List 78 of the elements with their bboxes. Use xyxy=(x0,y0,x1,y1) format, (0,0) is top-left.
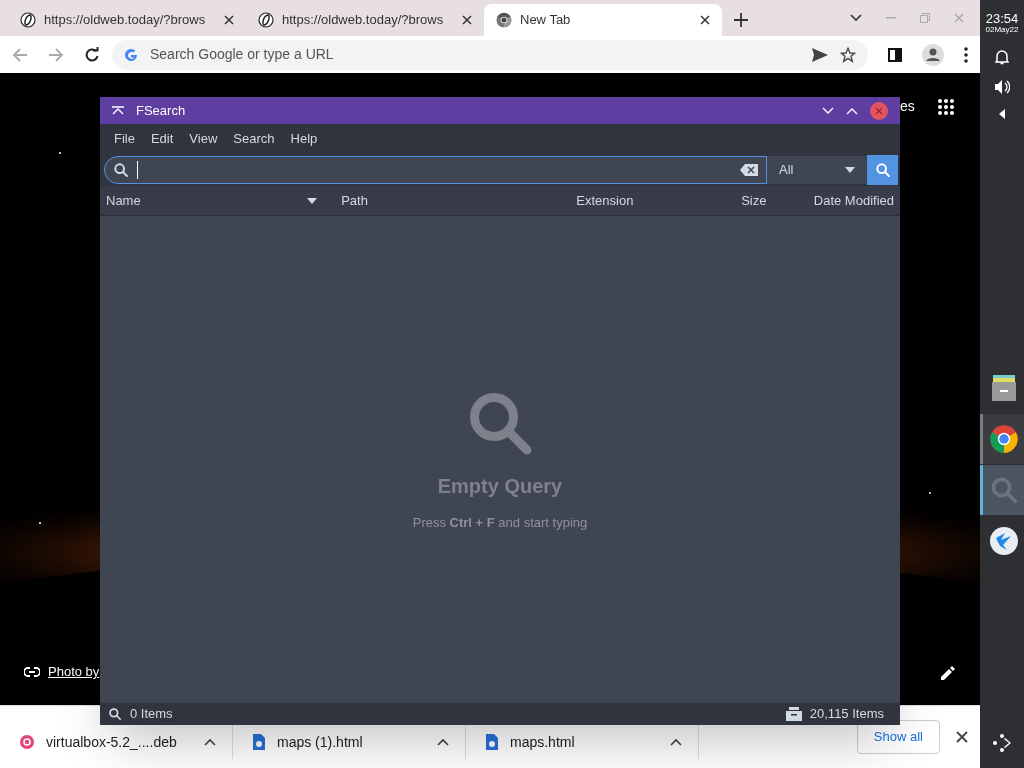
empty-title: Empty Query xyxy=(437,473,563,499)
download-name: maps.html xyxy=(510,732,576,752)
speaker-icon[interactable] xyxy=(994,79,1010,95)
empty-hint: Press Ctrl + F and start typing xyxy=(412,513,588,532)
download-item[interactable]: maps.html xyxy=(466,729,698,755)
chevron-up-icon[interactable] xyxy=(204,738,216,746)
close-icon[interactable] xyxy=(462,15,472,25)
column-header[interactable]: Size xyxy=(735,190,783,211)
menu-item[interactable]: File xyxy=(108,128,141,149)
oldweb-icon xyxy=(258,12,274,28)
oldweb-icon xyxy=(20,12,36,28)
search-field[interactable] xyxy=(104,155,767,184)
more-icon[interactable] xyxy=(964,46,968,63)
column-header[interactable]: Path xyxy=(335,190,571,211)
minimize-icon[interactable] xyxy=(822,106,834,115)
pencil-icon[interactable] xyxy=(941,666,955,680)
search-icon xyxy=(874,161,891,178)
shelf-app[interactable] xyxy=(980,414,1024,464)
chrome-icon xyxy=(988,424,1019,454)
download-item[interactable]: virtualbox-5.2_....deb xyxy=(0,729,232,755)
chevron-down-icon[interactable] xyxy=(850,14,862,22)
launcher-icon[interactable] xyxy=(991,732,1013,754)
browser-tab[interactable]: https://oldweb.today/?brows xyxy=(8,4,246,36)
address-bar[interactable]: Search Google or type a URL xyxy=(112,39,868,70)
tab-title: New Tab xyxy=(520,11,572,30)
new-tab-icon[interactable] xyxy=(734,13,748,27)
menu-item[interactable]: Help xyxy=(284,128,324,149)
chevron-up-icon[interactable] xyxy=(670,738,682,746)
maximize-icon[interactable] xyxy=(846,106,858,115)
download-item[interactable]: maps (1).html xyxy=(233,729,465,755)
clear-icon[interactable] xyxy=(740,163,758,176)
text-cursor xyxy=(137,160,138,179)
apps-label[interactable]: es xyxy=(900,96,915,117)
bell-icon[interactable] xyxy=(995,49,1009,65)
column-header[interactable]: Name xyxy=(100,190,336,211)
close-icon[interactable] xyxy=(224,15,234,25)
chevron-up-line-icon[interactable] xyxy=(112,105,124,116)
link-icon xyxy=(24,666,40,677)
clock-date[interactable]: 02May22 xyxy=(985,25,1019,35)
chrome-icon xyxy=(496,12,512,28)
status-left: 0 Items xyxy=(130,705,174,724)
profile-icon[interactable] xyxy=(922,43,944,66)
google-icon xyxy=(124,47,138,62)
bird-app-icon xyxy=(988,526,1019,556)
sort-caret-icon xyxy=(307,197,318,204)
side-panel-icon[interactable] xyxy=(888,47,902,62)
star-icon[interactable] xyxy=(840,46,856,63)
menu-item[interactable]: Search xyxy=(227,128,281,149)
web-file-icon xyxy=(486,734,498,750)
close-icon[interactable] xyxy=(700,15,710,25)
window-title: FSearch xyxy=(136,101,187,120)
download-name: virtualbox-5.2_....deb xyxy=(46,732,178,752)
search-icon xyxy=(113,161,129,178)
photo-credit-link[interactable]: Photo by xyxy=(48,662,100,682)
search-button[interactable] xyxy=(867,154,898,185)
search-app-icon xyxy=(988,475,1019,505)
menu-item[interactable]: Edit xyxy=(144,128,180,149)
tab-title: https://oldweb.today/?brows xyxy=(282,11,445,30)
dropdown-caret-icon xyxy=(845,166,855,173)
search-icon xyxy=(108,707,122,721)
collapse-arrow-icon[interactable] xyxy=(999,109,1005,119)
apps-grid-icon[interactable] xyxy=(937,98,955,116)
close-icon[interactable] xyxy=(956,731,968,743)
browser-tab[interactable]: https://oldweb.today/?brows xyxy=(246,4,484,36)
download-name: maps (1).html xyxy=(277,732,364,752)
reload-icon[interactable] xyxy=(84,46,100,63)
filter-dropdown[interactable]: All xyxy=(767,155,867,184)
chevron-up-icon[interactable] xyxy=(437,738,449,746)
menu-item[interactable]: View xyxy=(183,128,224,149)
tab-title: https://oldweb.today/?brows xyxy=(44,11,207,30)
column-header[interactable]: Extension xyxy=(570,190,736,211)
browser-tab[interactable]: New Tab xyxy=(484,4,722,36)
web-file-icon xyxy=(253,734,265,750)
clock-time[interactable]: 23:54 xyxy=(985,12,1019,25)
drawer-icon xyxy=(785,707,802,721)
column-header[interactable]: Date Modified xyxy=(807,190,900,211)
send-icon[interactable] xyxy=(812,47,828,62)
address-placeholder: Search Google or type a URL xyxy=(150,45,335,64)
